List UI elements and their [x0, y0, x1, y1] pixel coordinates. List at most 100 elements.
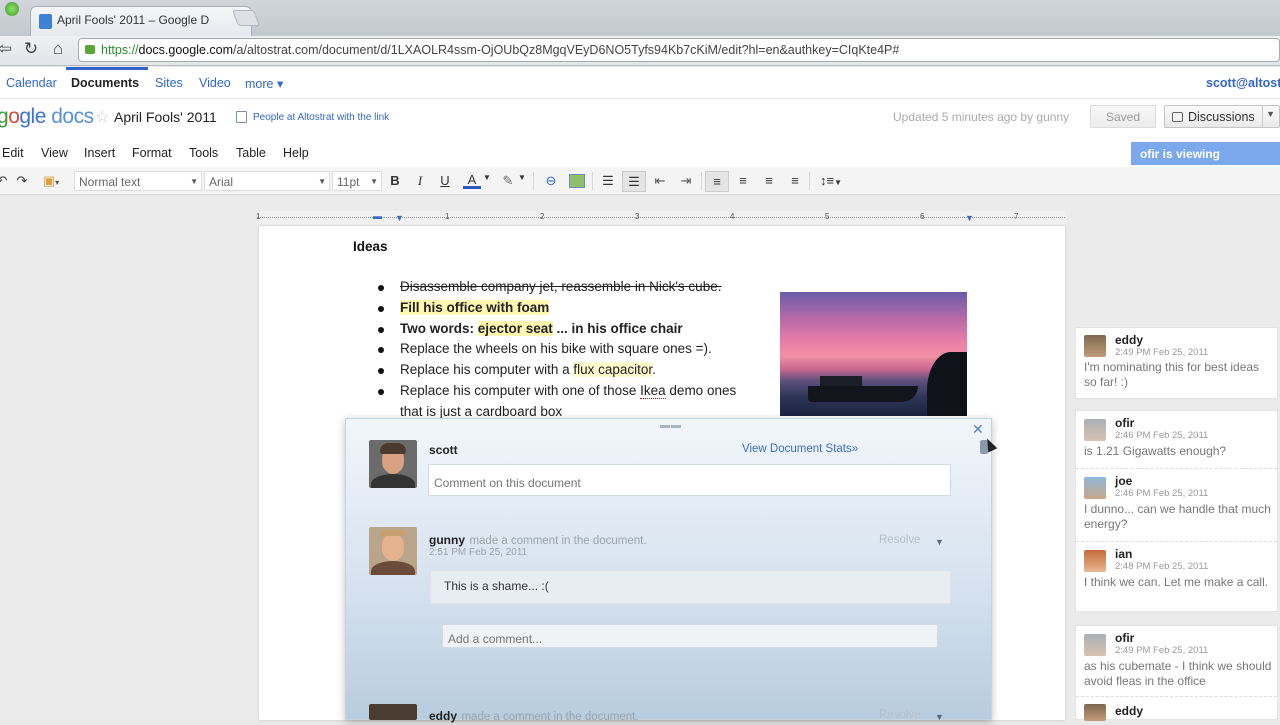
close-icon[interactable]: ✕ [972, 421, 984, 438]
bold-button[interactable]: B [388, 173, 402, 188]
bulleted-list-icon[interactable]: ☰ [622, 171, 646, 192]
address-bar[interactable]: https://docs.google.com/a/altostrat.com/… [78, 38, 1280, 62]
doc-title[interactable]: April Fools' 2011 [114, 109, 217, 125]
gbar-sites-link[interactable]: Sites [155, 76, 183, 90]
menu-edit[interactable]: Edit [2, 146, 24, 160]
menu-view[interactable]: View [41, 146, 68, 160]
browser-tab[interactable]: April Fools' 2011 – Google D × [30, 6, 252, 36]
google-docs-logo[interactable]: gogle docs [0, 105, 94, 129]
link-icon[interactable]: ⊖ [541, 173, 561, 189]
sunset-boat-image[interactable] [780, 292, 967, 416]
font-family-select[interactable]: Arial ▼ [204, 171, 330, 191]
list-item[interactable]: Disassemble company jet, reassemble in N… [378, 277, 750, 298]
gbar-more-menu[interactable]: more ▾ [245, 76, 283, 91]
list-item-text: Replace his computer with a [400, 362, 574, 378]
comment-author: gunny [429, 533, 465, 547]
left-indent-marker[interactable]: ▼ [395, 213, 404, 223]
underline-button[interactable]: U [438, 173, 452, 188]
browser-navbar: ⇦ ↻ ⌂ https://docs.google.com/a/altostra… [0, 36, 1280, 66]
resolve-button[interactable]: Resolve [879, 534, 921, 546]
avatar-part [380, 443, 406, 454]
align-justify-icon[interactable]: ≡ [785, 173, 805, 188]
user-email[interactable]: scott@altost [1206, 76, 1280, 90]
gbar-video-link[interactable]: Video [199, 76, 231, 90]
menu-help[interactable]: Help [283, 146, 309, 160]
sharing-status-link[interactable]: People at Altostrat with the link [253, 112, 389, 123]
window-maximize-icon[interactable] [5, 2, 19, 16]
highlight-color-icon[interactable]: ✎ [499, 173, 517, 189]
resolve-button[interactable]: Resolve [879, 709, 921, 721]
comment-action: made a comment in the document. [461, 711, 639, 723]
last-updated-text[interactable]: Updated 5 minutes ago by gunny [893, 110, 1069, 124]
discussion-author: joe [1115, 474, 1133, 488]
chevron-down-icon: ▼ [318, 177, 326, 186]
avatar [369, 704, 417, 720]
doc-header: gogle docs ☆ April Fools' 2011 People at… [0, 99, 1280, 141]
paragraph-style-select[interactable]: Normal text ▼ [74, 171, 202, 191]
insert-image-icon[interactable] [569, 174, 585, 188]
menu-insert[interactable]: Insert [84, 146, 115, 160]
chevron-down-icon[interactable]: ▼ [935, 537, 944, 547]
chevron-down-icon[interactable]: ▼ [1266, 109, 1275, 119]
align-center-icon[interactable]: ≡ [733, 173, 753, 188]
doc-heading[interactable]: Ideas [353, 239, 388, 254]
avatar [1084, 477, 1106, 499]
avatar [1084, 550, 1106, 572]
increase-indent-icon[interactable]: ⇥ [676, 173, 696, 189]
list-item[interactable]: Replace his computer with one of those I… [378, 381, 750, 423]
italic-button[interactable]: I [413, 173, 427, 189]
discussion-timestamp: 2:49 PM Feb 25, 2011 [1115, 347, 1209, 358]
discussion-thread[interactable]: ofir 2:46 PM Feb 25, 2011 is 1.21 Gigawa… [1075, 410, 1278, 612]
first-line-indent-marker[interactable]: ▬ [373, 211, 382, 221]
list-item[interactable]: Replace the wheels on his bike with squa… [378, 339, 750, 360]
ideas-list[interactable]: Disassemble company jet, reassemble in N… [378, 277, 750, 423]
gbar-calendar-link[interactable]: Calendar [6, 76, 57, 90]
font-size-select[interactable]: 11pt ▼ [332, 171, 382, 191]
discussion-thread[interactable]: ofir 2:49 PM Feb 25, 2011 as his cubemat… [1075, 625, 1278, 721]
viewers-indicator[interactable]: ofir is viewing [1131, 142, 1280, 165]
redo-icon[interactable]: ↷ [14, 173, 30, 189]
discussion-card[interactable]: eddy 2:49 PM Feb 25, 2011 I'm nominating… [1075, 327, 1278, 399]
home-icon[interactable]: ⌂ [47, 39, 69, 59]
comment-timestamp: 2:51 PM Feb 25, 2011 [429, 547, 528, 558]
list-item[interactable]: Two words: ejector seat ... in his offic… [378, 319, 750, 340]
drag-handle-icon[interactable]: ▬▬ [660, 420, 682, 431]
gbar-documents-link[interactable]: Documents [71, 76, 139, 90]
avatar [369, 527, 417, 575]
menu-format[interactable]: Format [132, 146, 172, 160]
text-color-button[interactable]: A [463, 173, 481, 189]
discussion-text: is 1.21 Gigawatts enough? [1084, 444, 1227, 458]
font-value: Arial [209, 175, 234, 189]
ruler-number: 2 [540, 212, 545, 221]
image-detail [808, 386, 918, 402]
paint-format-icon[interactable]: ▣▾ [40, 173, 62, 189]
numbered-list-icon[interactable]: ☰ [598, 173, 618, 189]
reload-icon[interactable]: ↻ [20, 39, 42, 59]
logo-letter: o [8, 105, 20, 128]
chevron-down-icon: ▼ [370, 177, 378, 186]
chevron-down-icon[interactable]: ▼ [518, 173, 526, 182]
line-spacing-icon[interactable]: ↕≡▼ [816, 173, 846, 188]
align-left-icon[interactable]: ≡ [705, 171, 729, 192]
comment-input[interactable] [428, 464, 951, 496]
avatar [1084, 335, 1106, 357]
chevron-down-icon[interactable]: ▼ [935, 712, 944, 722]
decrease-indent-icon[interactable]: ⇤ [650, 173, 670, 189]
discussions-button[interactable]: Discussions ▼ [1164, 105, 1280, 128]
saved-button[interactable]: Saved [1090, 105, 1156, 128]
google-bar: Calendar Documents Sites Video more ▾ sc… [0, 67, 1280, 99]
undo-icon[interactable]: ↶ [0, 173, 8, 189]
list-item[interactable]: Fill his office with foam [378, 298, 750, 319]
chevron-down-icon[interactable]: ▼ [483, 173, 491, 182]
back-icon[interactable]: ⇦ [0, 39, 16, 59]
star-icon[interactable]: ☆ [95, 107, 109, 127]
reply-input[interactable] [442, 624, 938, 648]
ruler[interactable]: ▬ ▼ ▼ 1 1 2 3 4 5 6 7 [256, 211, 1065, 225]
menu-tools[interactable]: Tools [189, 146, 218, 160]
menu-table[interactable]: Table [236, 146, 266, 160]
view-document-stats-link[interactable]: View Document Stats» [742, 443, 858, 455]
align-right-icon[interactable]: ≡ [759, 173, 779, 188]
right-indent-marker[interactable]: ▼ [965, 213, 974, 223]
lock-icon [85, 45, 95, 54]
list-item[interactable]: Replace his computer with a flux capacit… [378, 360, 750, 381]
